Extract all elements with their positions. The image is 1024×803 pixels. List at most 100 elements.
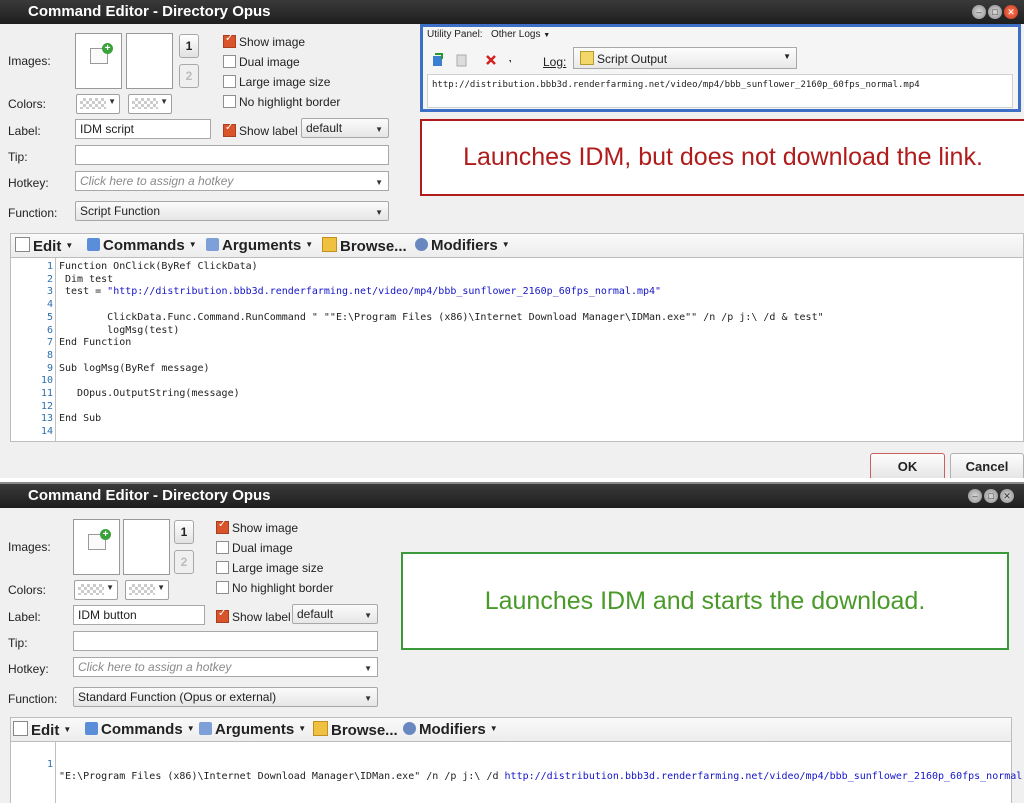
- commands-label: Commands: [101, 721, 183, 738]
- show-image-checkbox[interactable]: Show image: [216, 519, 298, 535]
- label-label: Label:: [8, 610, 41, 624]
- code-line: 8: [11, 350, 1011, 363]
- function-select[interactable]: Script Function ▼: [75, 201, 389, 221]
- edit-icon: [15, 237, 30, 252]
- close-button[interactable]: ✕: [1004, 5, 1018, 19]
- image-slot-1[interactable]: [75, 33, 122, 89]
- code-editor-1[interactable]: 1 Function OnClick(ByRef ClickData) 2 Dim …: [10, 257, 1024, 442]
- browse-label: Browse...: [331, 722, 398, 739]
- checkbox-checked: [216, 608, 229, 623]
- function-label: Function:: [8, 692, 58, 706]
- clear-log-icon: [486, 55, 496, 65]
- hotkey-input[interactable]: Click here to assign a hotkey ▼: [73, 657, 378, 677]
- chevron-down-icon: ▼: [63, 725, 72, 734]
- code-line: 6 logMsg(test): [11, 325, 1011, 338]
- line-number: 4: [46, 299, 53, 311]
- code-line: 10: [11, 375, 1011, 388]
- browse-label: Browse...: [340, 238, 407, 255]
- chevron-down-icon: ▼: [160, 97, 168, 106]
- hotkey-label: Hotkey:: [8, 176, 49, 190]
- highlight-color-select[interactable]: ▼: [128, 94, 172, 114]
- edit-label: Edit: [33, 238, 62, 255]
- browse-button[interactable]: Browse...: [313, 721, 398, 739]
- cancel-button[interactable]: Cancel: [950, 453, 1024, 478]
- label-label: Label:: [8, 124, 41, 138]
- code-text: Dim test: [59, 273, 114, 285]
- code-command: "E:\Program Files (x86)\Internet Downloa…: [59, 771, 505, 783]
- maximize-button[interactable]: □: [984, 489, 998, 503]
- commands-menu[interactable]: Commands ▼: [87, 237, 197, 254]
- arguments-menu[interactable]: Arguments ▼: [199, 721, 306, 738]
- image-1-button[interactable]: 1: [174, 520, 194, 544]
- function-select[interactable]: Standard Function (Opus or external) ▼: [73, 687, 378, 707]
- modifiers-label: Modifiers: [419, 721, 486, 738]
- title-bar: Command Editor - Directory Opus – □ ✕: [0, 0, 1024, 24]
- commands-icon: [87, 238, 100, 251]
- code-editor-2[interactable]: 1 "E:\Program Files (x86)\Internet Downl…: [10, 741, 1024, 803]
- add-image-icon: [90, 43, 113, 64]
- utility-panel-title: Utility Panel:: [427, 29, 483, 40]
- tip-input[interactable]: [73, 631, 378, 651]
- modifiers-menu[interactable]: Modifiers ▼: [403, 721, 498, 738]
- code-line: 13 End Sub: [11, 413, 1011, 426]
- arguments-icon: [206, 238, 219, 251]
- text-color-select[interactable]: ▼: [76, 94, 120, 114]
- maximize-button[interactable]: □: [988, 5, 1002, 19]
- line-number: 3: [46, 286, 53, 298]
- edit-menu[interactable]: Edit ▼: [13, 721, 71, 739]
- image-1-button[interactable]: 1: [179, 34, 199, 58]
- other-logs-menu[interactable]: Other Logs ▼: [491, 29, 550, 40]
- image-slot-1[interactable]: [73, 519, 120, 575]
- edit-menu[interactable]: Edit ▼: [15, 237, 73, 255]
- chevron-down-icon: ▼: [186, 724, 195, 733]
- arguments-label: Arguments: [222, 237, 302, 254]
- dual-image-checkbox[interactable]: Dual image: [223, 55, 300, 69]
- label-style-select[interactable]: default ▼: [301, 118, 389, 138]
- hotkey-input[interactable]: Click here to assign a hotkey ▼: [75, 171, 389, 191]
- chevron-down-icon: ▼: [364, 611, 372, 620]
- line-number: 1: [46, 261, 53, 272]
- code-text: End Function: [59, 337, 132, 349]
- show-label-checkbox[interactable]: Show label: [216, 608, 291, 624]
- large-image-checkbox[interactable]: Large image size: [216, 561, 323, 575]
- label-input[interactable]: IDM script: [75, 119, 211, 139]
- color-swatch: [129, 584, 155, 595]
- hotkey-placeholder: Click here to assign a hotkey: [78, 660, 232, 674]
- code-text: "E:\Program Files (x86)\Internet Downloa…: [59, 771, 1024, 784]
- modifiers-label: Modifiers: [431, 237, 498, 254]
- image-slot-2[interactable]: [123, 519, 170, 575]
- no-highlight-checkbox[interactable]: No highlight border: [216, 581, 333, 595]
- ok-button[interactable]: OK: [870, 453, 945, 478]
- label-style-select[interactable]: default ▼: [292, 604, 378, 624]
- large-image-checkbox[interactable]: Large image size: [223, 75, 330, 89]
- log-select[interactable]: Script Output ▼: [573, 47, 797, 69]
- commands-menu[interactable]: Commands ▼: [85, 721, 195, 738]
- tip-input[interactable]: [75, 145, 389, 165]
- modifiers-menu[interactable]: Modifiers ▼: [415, 237, 510, 254]
- highlight-color-select[interactable]: ▼: [125, 580, 169, 600]
- editor-toolbar: Edit ▼ Commands ▼ Arguments ▼ Browse... Mod…: [10, 717, 1012, 742]
- title-bar: Command Editor - Directory Opus – □ ✕: [0, 484, 1024, 508]
- chevron-down-icon: ▼: [65, 241, 74, 250]
- image-slot-2[interactable]: [126, 33, 173, 89]
- code-line: 1 Function OnClick(ByRef ClickData): [11, 261, 1011, 274]
- image-2-button[interactable]: 2: [179, 64, 199, 88]
- minimize-button[interactable]: –: [968, 489, 982, 503]
- label-input[interactable]: IDM button: [73, 605, 205, 625]
- close-button[interactable]: ✕: [1000, 489, 1014, 503]
- minimize-button[interactable]: –: [972, 5, 986, 19]
- no-highlight-checkbox[interactable]: No highlight border: [223, 95, 340, 109]
- show-image-checkbox[interactable]: Show image: [223, 33, 305, 49]
- dual-image-checkbox[interactable]: Dual image: [216, 541, 293, 555]
- image-2-button[interactable]: 2: [174, 550, 194, 574]
- show-label-checkbox[interactable]: Show label: [223, 122, 298, 138]
- show-label-text: Show label: [232, 610, 291, 624]
- text-color-select[interactable]: ▼: [74, 580, 118, 600]
- code-line: 14: [11, 426, 1011, 439]
- code-text: Function OnClick(ByRef ClickData): [59, 261, 258, 272]
- script-icon: [580, 51, 594, 65]
- folder-icon: [313, 721, 328, 736]
- browse-button[interactable]: Browse...: [322, 237, 407, 255]
- no-highlight-label: No highlight border: [232, 581, 334, 595]
- arguments-menu[interactable]: Arguments ▼: [206, 237, 313, 254]
